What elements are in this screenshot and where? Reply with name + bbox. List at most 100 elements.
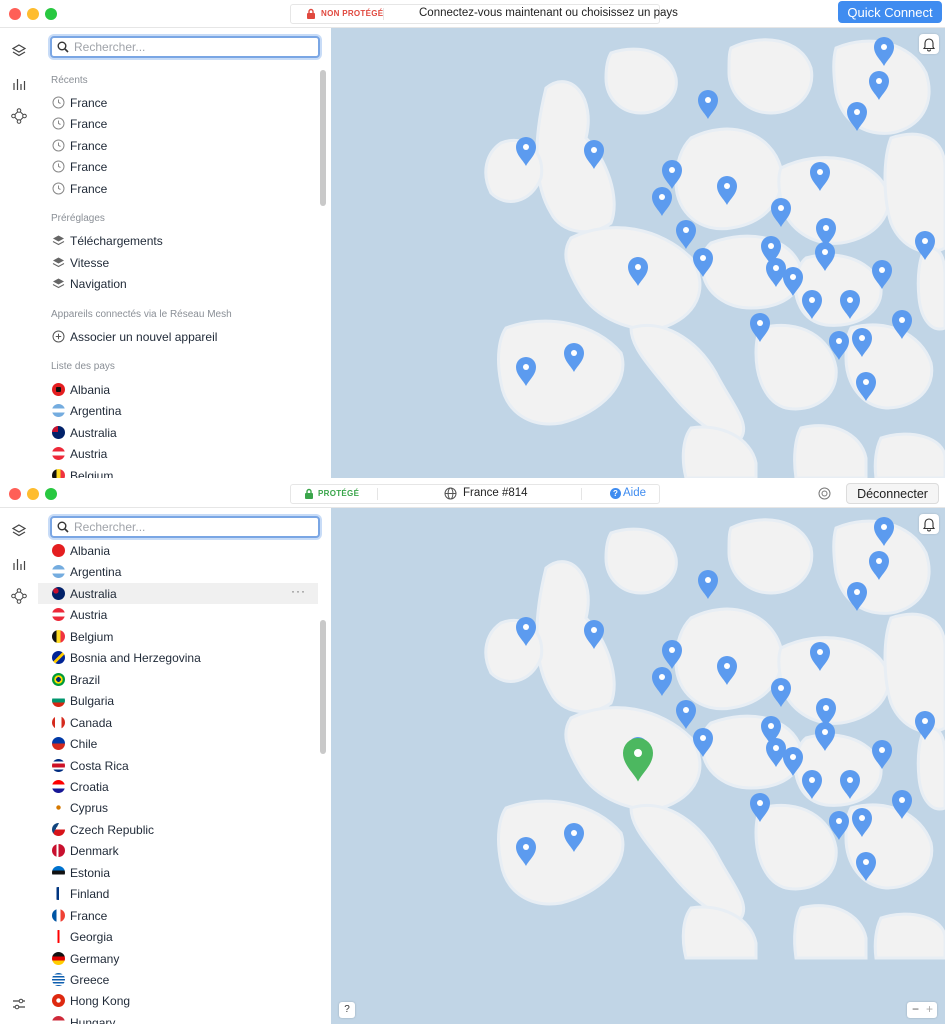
country-label: Greece [70, 973, 110, 987]
finland-flag-icon [52, 887, 65, 901]
lock-icon [307, 8, 315, 19]
country-item[interactable]: Costa Rica [38, 755, 318, 776]
country-label: Chile [70, 737, 98, 752]
quick-connect-button[interactable]: Quick Connect [838, 1, 942, 23]
land-region [727, 38, 814, 115]
country-item[interactable]: Chile [38, 733, 318, 754]
more-options-button[interactable]: ··· [291, 584, 306, 598]
help-button[interactable]: ? [339, 1002, 355, 1018]
country-item[interactable]: Brazil [38, 669, 318, 690]
country-item[interactable]: Estonia [38, 862, 318, 883]
list-scrollbar[interactable] [320, 70, 326, 206]
chile-flag-icon [52, 737, 65, 751]
meshnet-icon[interactable] [817, 486, 832, 501]
server-map[interactable] [331, 28, 945, 478]
preset-item[interactable]: Navigation [38, 273, 318, 294]
clock-icon [52, 182, 65, 195]
country-item[interactable]: Germany [38, 948, 318, 969]
layers-icon[interactable] [11, 43, 27, 59]
country-item[interactable]: Australia [38, 422, 318, 443]
country-item[interactable]: Bosnia and Herzegovina [38, 647, 318, 668]
notifications-button[interactable] [919, 34, 939, 54]
zoom-in-button[interactable]: + [926, 1002, 933, 1016]
search-input[interactable] [74, 39, 310, 54]
minimize-window-button[interactable] [27, 488, 39, 500]
presets-header: Préréglages [51, 213, 105, 224]
zoom-out-button[interactable]: − [912, 1002, 919, 1016]
albania-flag-icon [52, 544, 65, 557]
country-item[interactable]: Canada [38, 712, 318, 733]
country-item[interactable]: Bulgaria [38, 690, 318, 711]
recent-item[interactable]: France [38, 113, 318, 134]
country-item[interactable]: Belgium [38, 626, 318, 647]
country-item[interactable]: Albania [38, 379, 318, 400]
country-item[interactable]: Hong Kong [38, 990, 318, 1011]
france-flag-icon [52, 908, 65, 922]
search-icon [57, 521, 69, 533]
add-device-button[interactable]: Associer un nouvel appareil [38, 326, 318, 347]
recent-label: France [70, 139, 108, 153]
country-label: Belgium [70, 629, 114, 644]
country-label: Hungary [70, 1015, 116, 1024]
server-list-panel: Récents France France France France Fran… [38, 28, 330, 478]
close-window-button[interactable] [9, 8, 21, 20]
country-item[interactable]: Austria [38, 443, 318, 464]
recent-item[interactable]: France [38, 92, 318, 113]
zoom-controls[interactable]: − + [907, 1002, 937, 1018]
server-map[interactable] [331, 508, 945, 1024]
country-item[interactable]: Hungary [38, 1012, 318, 1024]
country-item[interactable]: Finland [38, 883, 318, 904]
australia-flag-icon [52, 426, 65, 439]
country-item[interactable]: Georgia [38, 926, 318, 947]
side-rail [0, 28, 39, 478]
server-name: France #814 [463, 487, 528, 499]
minimize-window-button[interactable] [27, 8, 39, 20]
country-item[interactable]: Czech Republic [38, 819, 318, 840]
country-label: Canada [70, 715, 113, 730]
bell-icon [922, 38, 936, 52]
mesh-icon[interactable] [11, 588, 27, 604]
recent-item[interactable]: France [38, 178, 318, 199]
recent-item[interactable]: France [38, 156, 318, 177]
zoom-window-button[interactable] [45, 488, 57, 500]
country-item[interactable]: Austria [38, 604, 318, 625]
country-item[interactable]: Belgium [38, 465, 318, 478]
list-scrollbar[interactable] [320, 620, 326, 754]
country-item[interactable]: Albania [38, 540, 318, 561]
settings-sliders-icon[interactable] [11, 996, 27, 1012]
country-item[interactable]: Argentina [38, 561, 318, 582]
country-item[interactable]: Croatia [38, 776, 318, 797]
notifications-button[interactable] [919, 514, 939, 534]
country-label: Argentina [70, 404, 122, 418]
search-input[interactable] [74, 519, 310, 534]
zoom-window-button[interactable] [45, 8, 57, 20]
country-item[interactable]: Denmark [38, 840, 318, 861]
close-window-button[interactable] [9, 488, 21, 500]
land-region [873, 432, 945, 478]
layers-icon[interactable] [11, 523, 27, 539]
country-item[interactable]: Argentina [38, 400, 318, 421]
country-item[interactable]: Cyprus [38, 797, 318, 818]
connection-status-bar: NON PROTÉGÉ Connectez-vous maintenant ou… [290, 4, 678, 24]
layers-icon [52, 235, 65, 246]
germany-flag-icon [52, 951, 65, 965]
mesh-icon[interactable] [11, 108, 27, 124]
preset-item[interactable]: Vitesse [38, 252, 318, 273]
stats-icon[interactable] [11, 76, 27, 92]
australia-flag-icon [52, 586, 65, 600]
country-item[interactable]: Australia ··· [38, 582, 318, 604]
preset-item[interactable]: Téléchargements [38, 230, 318, 251]
country-item[interactable]: Greece [38, 969, 318, 990]
search-field[interactable] [50, 36, 320, 58]
country-label: Belgium [70, 469, 114, 478]
hungary-flag-icon [52, 1015, 65, 1024]
country-item[interactable]: France [38, 905, 318, 926]
stats-icon[interactable] [11, 556, 27, 572]
search-field[interactable] [50, 516, 320, 538]
disconnect-button[interactable]: Déconnecter [846, 483, 939, 504]
title-bar: NON PROTÉGÉ Connectez-vous maintenant ou… [0, 0, 945, 28]
estonia-flag-icon [52, 865, 65, 879]
croatia-flag-icon [52, 779, 65, 793]
recent-item[interactable]: France [38, 135, 318, 156]
help-link[interactable]: Aide [623, 487, 646, 499]
